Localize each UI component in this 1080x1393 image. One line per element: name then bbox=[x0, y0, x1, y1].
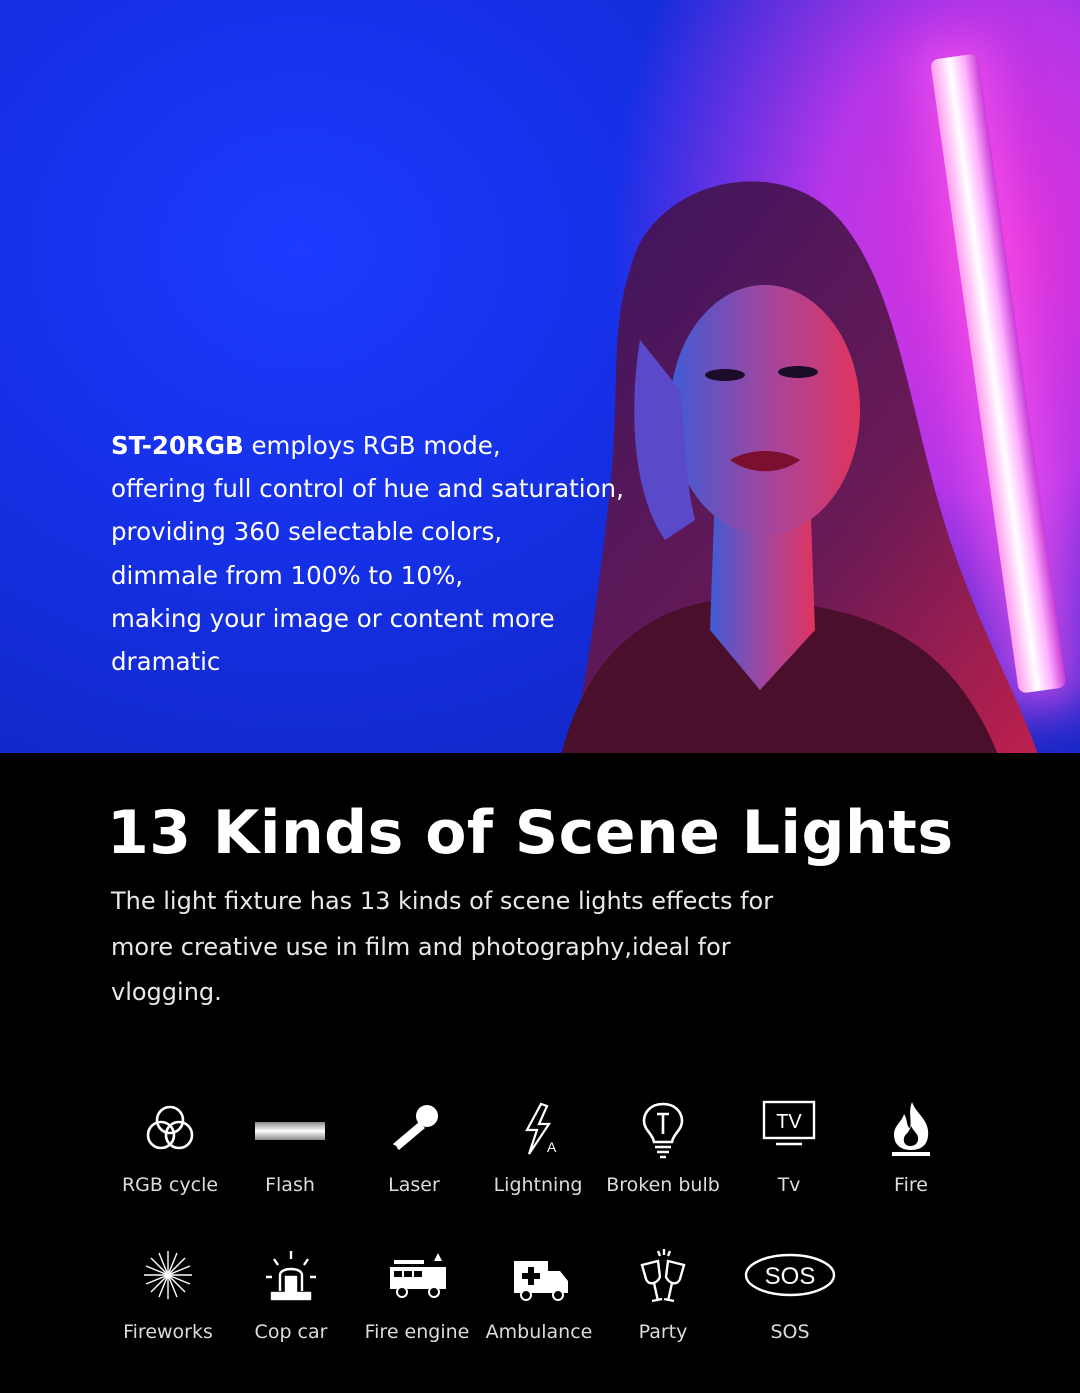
hero-description: ST-20RGB employs RGB mode, offering full… bbox=[111, 424, 671, 683]
effect-ambulance: Ambulance bbox=[474, 1247, 604, 1343]
party-icon bbox=[640, 1249, 686, 1303]
cop-car-icon bbox=[266, 1251, 316, 1301]
hero-line-3: providing 360 selectable colors, bbox=[111, 517, 503, 547]
effect-cop-car: Cop car bbox=[226, 1247, 356, 1343]
effect-laser: Laser bbox=[349, 1100, 479, 1196]
effect-fire-engine: Fire engine bbox=[352, 1247, 482, 1343]
effect-broken-bulb: Broken bulb bbox=[598, 1100, 728, 1196]
flash-icon bbox=[255, 1122, 325, 1140]
hero-line-1: ST-20RGB employs RGB mode, bbox=[111, 431, 501, 460]
effect-flash: Flash bbox=[225, 1100, 355, 1196]
hero-line-5: making your image or content more bbox=[111, 603, 555, 633]
svg-text:A: A bbox=[547, 1139, 557, 1155]
hero-banner: ST-20RGB employs RGB mode, offering full… bbox=[0, 0, 1080, 753]
effect-rgb-cycle: RGB cycle bbox=[105, 1100, 235, 1196]
section-title: 13 Kinds of Scene Lights bbox=[107, 798, 954, 868]
svg-text:TV: TV bbox=[776, 1111, 802, 1133]
effect-tv: TV Tv bbox=[724, 1100, 854, 1196]
fire-engine-icon bbox=[390, 1253, 446, 1298]
effect-party: Party bbox=[598, 1247, 728, 1343]
effect-sos: SOS SOS bbox=[725, 1247, 855, 1343]
laser-icon bbox=[391, 1105, 438, 1151]
hero-line-2: offering full control of hue and saturat… bbox=[111, 474, 624, 504]
effect-fire: Fire bbox=[846, 1100, 976, 1196]
fireworks-icon bbox=[144, 1251, 192, 1299]
scene-lights-section: 13 Kinds of Scene Lights The light fixtu… bbox=[0, 753, 1080, 1393]
hero-line-4: dimmale from 100% to 10%, bbox=[111, 560, 464, 590]
hero-line-6: dramatic bbox=[111, 647, 221, 677]
fire-icon bbox=[892, 1102, 930, 1156]
sos-icon: SOS bbox=[744, 1253, 836, 1297]
effect-lightning: A Lightning bbox=[473, 1100, 603, 1196]
lightning-icon: A bbox=[525, 1102, 557, 1155]
svg-text:SOS: SOS bbox=[765, 1263, 816, 1290]
tv-icon: TV bbox=[762, 1100, 816, 1146]
section-description: The light fixture has 13 kinds of scene … bbox=[111, 887, 774, 1006]
effect-fireworks: Fireworks bbox=[103, 1247, 233, 1343]
rgb-cycle-icon bbox=[146, 1105, 194, 1150]
model-name: ST-20RGB bbox=[111, 431, 244, 460]
broken-bulb-icon bbox=[642, 1102, 684, 1159]
ambulance-icon bbox=[514, 1261, 568, 1301]
